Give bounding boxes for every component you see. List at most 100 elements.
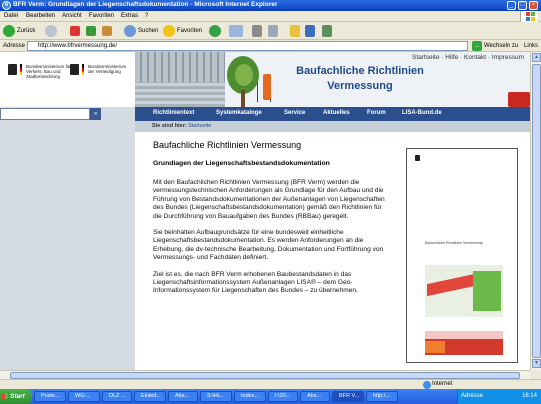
taskbar-item[interactable]: S:\Hi...	[200, 391, 232, 402]
favorites-star-icon[interactable]	[163, 25, 175, 37]
start-button[interactable]: Start	[0, 389, 32, 404]
system-tray: Adresse 16:14	[457, 389, 541, 404]
map-image	[425, 265, 503, 317]
site-title: Baufachliche Richtlinien Vermessung	[285, 64, 435, 94]
federal-eagle-icon	[70, 64, 79, 75]
browser-viewport: Bundesministerium für Verkehr, Bau und S…	[0, 52, 530, 370]
links-button[interactable]: Links	[524, 43, 538, 49]
history-icon[interactable]	[209, 25, 221, 37]
scroll-up-icon[interactable]: ▲	[532, 53, 541, 62]
tools-icon[interactable]	[322, 25, 332, 37]
german-flag-icon	[20, 64, 22, 75]
vertical-scrollbar[interactable]: ▲ ▼	[530, 52, 541, 370]
menu-bearbeiten[interactable]: Bearbeiten	[26, 13, 55, 19]
taskbar-item[interactable]: Abs...	[168, 391, 198, 402]
document-cover-image[interactable]: Baufachliche Richtlinien Vermessung	[406, 148, 518, 363]
paragraph-1: Mit den Baufachlichen Richtlinien Vermes…	[153, 179, 385, 220]
start-label: Start	[10, 393, 25, 400]
cover-band	[425, 331, 503, 339]
main-nav: Richtlinientext Systemkataloge Service A…	[135, 107, 530, 121]
search-button-label[interactable]: Suchen	[138, 25, 158, 37]
go-button-label[interactable]: Wechseln zu	[484, 43, 518, 49]
address-bar: Adresse http://www.bfrvermessung.de/ → W…	[0, 40, 541, 52]
taskbar-item[interactable]: WG:...	[68, 391, 100, 402]
scroll-thumb[interactable]	[532, 64, 541, 358]
menu-help[interactable]: ?	[145, 13, 148, 19]
zone-label: Internet	[432, 381, 453, 387]
search-icon[interactable]	[124, 25, 136, 37]
folder-icon[interactable]	[290, 25, 300, 37]
left-column	[0, 121, 135, 370]
document-cover-title: Baufachliche Richtlinien Vermessung	[425, 241, 483, 245]
menu-datei[interactable]: Datei	[4, 13, 18, 19]
taskbar-item[interactable]: http:/...	[366, 391, 398, 402]
edit-icon[interactable]	[268, 25, 278, 37]
address-label: Adresse	[3, 43, 26, 49]
taskbar-item[interactable]: I:\20...	[268, 391, 298, 402]
status-bar: Internet	[0, 379, 541, 389]
site-search-input[interactable]	[0, 108, 90, 120]
nav-forum[interactable]: Forum	[367, 110, 386, 116]
site-search-button[interactable]: »	[90, 108, 101, 120]
breadcrumb-prefix: Sie sind hier:	[152, 123, 187, 129]
windows-logo-icon	[2, 393, 8, 399]
taskbar-item[interactable]: DLZ ...	[102, 391, 132, 402]
tray-address-label[interactable]: Adresse	[461, 393, 483, 399]
taskbar-item[interactable]: Abs...	[300, 391, 330, 402]
scroll-down-icon[interactable]: ▼	[532, 359, 541, 368]
close-button[interactable]: ×	[529, 1, 538, 10]
nav-systemkataloge[interactable]: Systemkataloge	[216, 110, 262, 116]
section-heading: Grundlagen der Liegenschaftsbestandsdoku…	[153, 160, 330, 167]
ministry-bmvg-label: Bundesministerium der Verteidigung	[88, 64, 127, 74]
nav-richtlinientext[interactable]: Richtlinientext	[153, 110, 194, 116]
taskbar: Start Poste... WG:... DLZ ... Einled... …	[0, 389, 541, 404]
taskbar-item[interactable]: Einled...	[134, 391, 166, 402]
paragraph-2: Sie beinhalten Aufbaugrundsätze für eine…	[153, 229, 384, 262]
go-arrow-icon[interactable]: →	[472, 41, 482, 51]
top-links[interactable]: Startseite · Hilfe · Kontakt · Impressum	[412, 54, 524, 61]
breadcrumb-text: Sie sind hier: Startseite	[152, 123, 211, 129]
minimize-button[interactable]: _	[507, 1, 516, 10]
refresh-icon[interactable]	[86, 26, 96, 36]
mail-icon[interactable]	[229, 25, 243, 37]
favorites-button-label[interactable]: Favoriten	[177, 25, 202, 37]
back-arrow-icon[interactable]	[3, 25, 15, 37]
taskbar-item[interactable]: Poste...	[34, 391, 66, 402]
stop-icon[interactable]	[70, 26, 80, 36]
internet-zone-icon	[423, 381, 431, 389]
breadcrumb-link[interactable]: Startseite	[188, 123, 211, 129]
vehicle-image	[508, 92, 530, 107]
taskbar-item-active[interactable]: BFR V...	[332, 391, 364, 402]
menu-favoriten[interactable]: Favoriten	[89, 13, 114, 19]
scroll-thumb[interactable]	[10, 372, 520, 379]
tree-trunk-image	[241, 90, 245, 107]
window-title: BFR Verm: Grundlagen der Liegenschaftsdo…	[13, 1, 278, 8]
tree-image	[235, 64, 253, 86]
taskbar-item[interactable]: Index...	[234, 391, 266, 402]
paragraph-3: Ziel ist es, die nach BFR Verm erhobenen…	[153, 270, 358, 295]
surveyor-image	[263, 74, 271, 100]
address-input[interactable]: http://www.bfrvermessung.de/	[27, 41, 468, 51]
maximize-button[interactable]: □	[518, 1, 527, 10]
map-red-area	[427, 273, 475, 297]
german-flag-icon	[82, 64, 84, 75]
menu-ansicht[interactable]: Ansicht	[62, 13, 82, 19]
back-button-label[interactable]: Zurück	[17, 25, 35, 37]
home-icon[interactable]	[102, 26, 112, 36]
horizontal-scrollbar[interactable]	[0, 370, 530, 379]
building-image	[135, 82, 225, 107]
windows-logo-icon	[520, 11, 538, 22]
clock[interactable]: 16:14	[522, 393, 537, 399]
menu-extras[interactable]: Extras	[121, 13, 138, 19]
breadcrumb: Sie sind hier: Startseite	[135, 121, 530, 132]
federal-eagle-icon	[8, 64, 17, 75]
ie-icon: e	[2, 1, 11, 10]
nav-aktuelles[interactable]: Aktuelles	[323, 110, 350, 116]
nav-service[interactable]: Service	[284, 110, 305, 116]
header-banner: Startseite · Hilfe · Kontakt · Impressum…	[135, 52, 530, 107]
messenger-icon[interactable]	[305, 25, 315, 37]
nav-lisa-bund[interactable]: LISA-Bund.de	[402, 110, 442, 116]
title-bar: e BFR Verm: Grundlagen der Liegenschafts…	[0, 0, 541, 11]
print-icon[interactable]	[252, 25, 262, 37]
forward-arrow-icon[interactable]	[45, 25, 57, 37]
